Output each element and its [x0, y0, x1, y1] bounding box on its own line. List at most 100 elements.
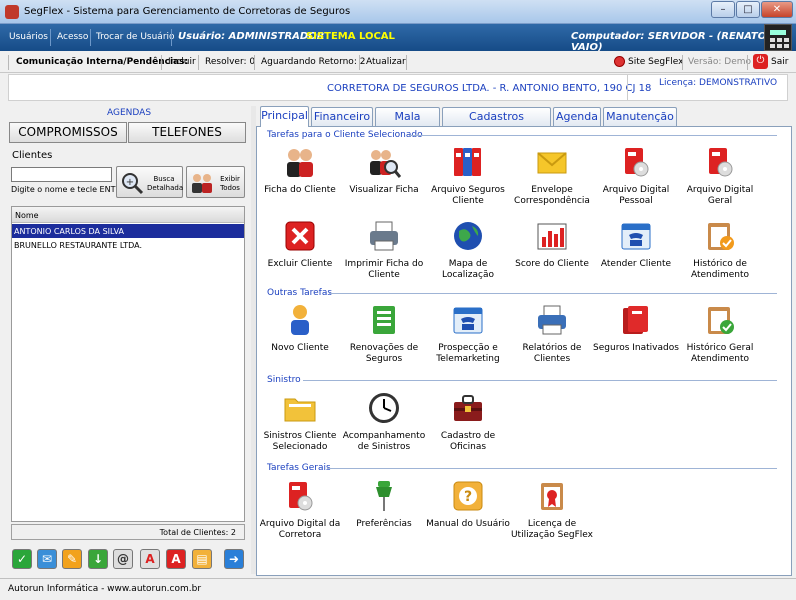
item-label: Histórico Geral Atendimento: [686, 343, 754, 364]
section-divider: [409, 135, 777, 136]
item-label: Relatórios de Clientes: [522, 343, 582, 364]
calculator-icon[interactable]: [764, 24, 792, 51]
novo-cliente-item[interactable]: Novo Cliente: [257, 303, 343, 354]
aguardando-button[interactable]: Aguardando Retorno: 2: [261, 57, 365, 67]
item-label: Score do Cliente: [515, 259, 589, 269]
pushpin-icon: [376, 481, 392, 511]
font-a-icon[interactable]: A: [140, 549, 160, 569]
menu-separator: [171, 29, 172, 46]
busca-detalhada-label: Busca Detalhada: [147, 175, 184, 192]
visualizar-ficha-item[interactable]: Visualizar Ficha: [341, 145, 427, 196]
people-icon: [287, 149, 313, 177]
svg-text:+: +: [126, 177, 134, 188]
column-header-nome[interactable]: Nome: [12, 207, 244, 223]
item-label: Manual do Usuário: [426, 519, 510, 529]
clock-icon: [369, 393, 399, 423]
printer-icon[interactable]: ▤: [192, 549, 212, 569]
item-label: Histórico de Atendimento: [690, 259, 750, 280]
pdf-icon[interactable]: A: [166, 549, 186, 569]
historico-item[interactable]: Histórico de Atendimento: [677, 219, 763, 281]
seguros-inativados-item[interactable]: Seguros Inativados: [593, 303, 679, 354]
toolbar-separator: [198, 55, 199, 70]
section-sinistro-title: Sinistro: [267, 375, 301, 385]
item-label: Mapa de Localização: [441, 259, 495, 280]
help-icon: ?: [453, 481, 483, 511]
check-icon[interactable]: ✓: [12, 549, 32, 569]
site-segflex-link[interactable]: Site SegFlex: [628, 57, 684, 67]
clipboard-check-icon: [708, 307, 734, 334]
compromissos-button[interactable]: COMPROMISSOS: [9, 122, 127, 143]
table-row[interactable]: BRUNELLO RESTAURANTE LTDA.: [12, 238, 244, 252]
tab-financeiro[interactable]: Financeiro: [311, 107, 373, 126]
arquivo-seguros-item[interactable]: Arquivo Seguros Cliente: [425, 145, 511, 207]
section-divider: [329, 293, 777, 294]
resolver-button[interactable]: Resolver: 0: [205, 57, 255, 67]
arquivo-pessoal-item[interactable]: Arquivo Digital Pessoal: [593, 145, 679, 207]
manual-item[interactable]: ? Manual do Usuário: [425, 479, 511, 530]
mapa-item[interactable]: Mapa de Localização: [425, 219, 511, 281]
atender-cliente-item[interactable]: Atender Cliente: [593, 219, 679, 270]
menu-bar: Usuários Acesso Trocar de Usuário Usuári…: [0, 24, 796, 53]
arrow-right-icon[interactable]: ➜: [224, 549, 244, 569]
table-row[interactable]: ANTONIO CARLOS DA SILVA: [12, 224, 244, 238]
atualizar-button[interactable]: Atualizar: [366, 57, 406, 67]
edit-icon[interactable]: ✎: [62, 549, 82, 569]
incluir-button[interactable]: Incluir: [168, 57, 196, 67]
sinistros-cliente-item[interactable]: Sinistros Cliente Selecionado: [257, 391, 343, 453]
minimize-button[interactable]: –: [711, 1, 735, 18]
item-label: Seguros Inativados: [593, 343, 679, 353]
menu-usuarios[interactable]: Usuários: [9, 32, 48, 42]
imprimir-ficha-item[interactable]: Imprimir Ficha do Cliente: [341, 219, 427, 281]
maximize-button[interactable]: □: [736, 1, 760, 18]
item-label: Prospecção e Telemarketing: [436, 343, 500, 364]
download-icon[interactable]: ↓: [88, 549, 108, 569]
busca-detalhada-button[interactable]: + Busca Detalhada: [116, 166, 183, 198]
tab-cadastros-auxiliares[interactable]: Cadastros Auxiliares: [442, 107, 551, 141]
relatorios-item[interactable]: Relatórios de Clientes: [509, 303, 595, 365]
at-sign-icon[interactable]: @: [113, 549, 133, 569]
header-divider: [627, 75, 628, 100]
telefones-button[interactable]: TELEFONES: [128, 122, 246, 143]
printer-icon: [370, 221, 398, 251]
ficha-cliente-item[interactable]: Ficha do Cliente: [257, 145, 343, 196]
tab-manutencao[interactable]: Manutenção: [603, 107, 677, 126]
menu-acesso[interactable]: Acesso: [57, 32, 88, 42]
client-search-input[interactable]: [11, 167, 112, 182]
score-item[interactable]: Score do Cliente: [509, 219, 595, 270]
item-label: Acompanhamento de Sinistros: [342, 431, 426, 452]
prospeccao-item[interactable]: Prospecção e Telemarketing: [425, 303, 511, 365]
main-panel: Principal Financeiro Mala Direta Cadastr…: [256, 106, 792, 576]
menu-separator: [90, 29, 91, 46]
arquivo-geral-item[interactable]: Arquivo Digital Geral: [677, 145, 763, 207]
licenca-item[interactable]: Licença de Utilização SegFlex: [509, 479, 595, 541]
tab-mala-direta[interactable]: Mala Direta: [375, 107, 440, 141]
exibir-todos-button[interactable]: Exibir Todos: [186, 166, 245, 198]
certificate-icon: [541, 483, 563, 510]
item-label: Sinistros Cliente Selecionado: [263, 431, 337, 452]
preferencias-item[interactable]: Preferências: [341, 479, 427, 530]
tab-agenda[interactable]: Agenda: [553, 107, 601, 126]
historico-geral-item[interactable]: Histórico Geral Atendimento: [677, 303, 763, 365]
sair-button[interactable]: Sair: [771, 57, 788, 67]
email-icon[interactable]: ✉: [37, 549, 57, 569]
arquivo-corretora-item[interactable]: Arquivo Digital da Corretora: [257, 479, 343, 541]
close-button[interactable]: ✕: [761, 1, 793, 18]
power-icon[interactable]: ⏻: [753, 54, 768, 69]
exibir-todos-label: Exibir Todos: [220, 175, 240, 192]
menu-trocar-usuario[interactable]: Trocar de Usuário: [96, 32, 175, 42]
section-cliente-title: Tarefas para o Cliente Selecionado: [267, 130, 423, 140]
tab-content: Tarefas para o Cliente Selecionado Ficha…: [256, 126, 792, 576]
agendas-title: AGENDAS: [107, 108, 152, 118]
item-label: Renovações de Seguros: [349, 343, 419, 364]
client-list[interactable]: Nome ANTONIO CARLOS DA SILVA BRUNELLO RE…: [11, 206, 245, 522]
tab-principal[interactable]: Principal: [260, 106, 309, 127]
envelope-item[interactable]: Envelope Correspondência: [509, 145, 595, 207]
status-bar: Autorun Informática - www.autorun.com.br: [0, 578, 796, 600]
excluir-cliente-item[interactable]: Excluir Cliente: [257, 219, 343, 270]
renovacoes-item[interactable]: Renovações de Seguros: [341, 303, 427, 365]
section-divider: [303, 380, 777, 381]
toolbar-separator: [254, 55, 255, 70]
cadastro-oficinas-item[interactable]: Cadastro de Oficinas: [425, 391, 511, 453]
acompanhamento-item[interactable]: Acompanhamento de Sinistros: [341, 391, 427, 453]
phone-calendar-icon: [621, 223, 651, 250]
